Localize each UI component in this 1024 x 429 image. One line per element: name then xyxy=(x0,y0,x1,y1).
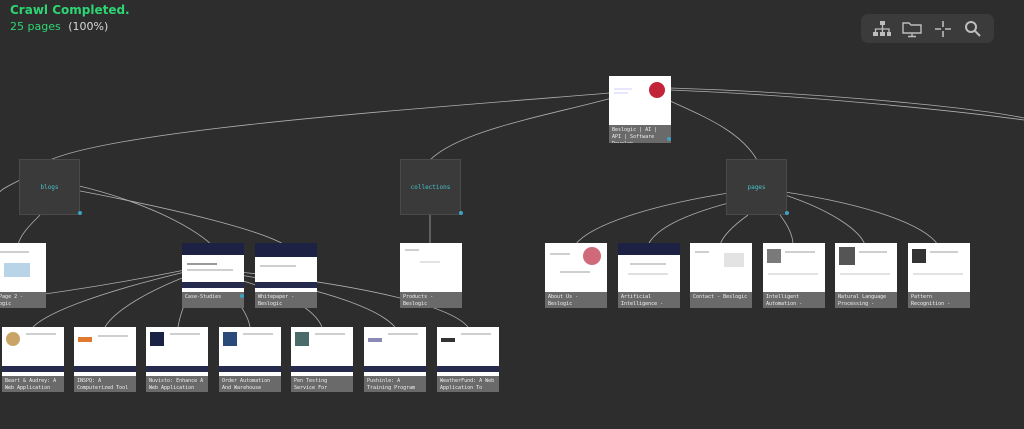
page-label: Beslogic | AI | API | Software Develop..… xyxy=(609,125,671,143)
page-thumbnail xyxy=(763,243,825,292)
page-label: Products - Beslogic xyxy=(400,292,462,308)
page-thumbnail xyxy=(908,243,970,292)
page-card[interactable]: Contact - Beslogic xyxy=(690,243,752,308)
page-card[interactable]: About Us - Beslogic xyxy=(545,243,607,308)
page-thumbnail xyxy=(74,327,136,376)
page-thumbnail xyxy=(690,243,752,292)
edge xyxy=(49,92,611,161)
progress-percent: (100%) xyxy=(68,20,109,33)
page-card[interactable]: Whitepaper - Beslogic xyxy=(255,243,317,308)
page-thumbnail xyxy=(2,327,64,376)
page-card[interactable]: Artificial Intelligence - Bes... xyxy=(618,243,680,308)
page-thumbnail xyxy=(219,327,281,376)
edge xyxy=(0,179,21,193)
edge xyxy=(17,214,41,246)
page-card[interactable]: Intelligent Automation - Beslo... xyxy=(763,243,825,308)
case-study-card[interactable]: Pen Testing Service For Tracking And A..… xyxy=(291,327,353,392)
page-label: Beart & Audrey: A Web Application For... xyxy=(2,376,64,392)
page-label: Order Automation And Warehouse Cont... xyxy=(219,376,281,392)
page-thumbnail xyxy=(291,327,353,376)
edge xyxy=(74,189,286,246)
page-thumbnail xyxy=(255,243,317,292)
edge xyxy=(667,99,758,161)
crawl-progress: 25 pages (100%) xyxy=(10,19,130,35)
page-label: INSPQ: A Computerized Tool ... xyxy=(74,376,136,392)
page-label: Pushinle: A Training Program F... xyxy=(364,376,426,392)
page-card[interactable]: Pattern Recognition - Beslogic xyxy=(908,243,970,308)
edge xyxy=(574,191,736,246)
page-thumbnail xyxy=(182,243,244,292)
page-thumbnail xyxy=(437,327,499,376)
case-study-card[interactable]: Beart & Audrey: A Web Application For... xyxy=(2,327,64,392)
case-study-card[interactable]: WeatherFund: A Web Application To Man... xyxy=(437,327,499,392)
expand-dot[interactable] xyxy=(667,137,671,141)
page-label: Nuvisto: Enhance A Web Application Fo... xyxy=(146,376,208,392)
page-thumbnail xyxy=(0,243,46,292)
page-thumbnail xyxy=(545,243,607,292)
page-label: Whitepaper - Beslogic xyxy=(255,292,317,308)
page-thumbnail xyxy=(400,243,462,292)
page-thumbnail xyxy=(146,327,208,376)
page-label: ... Page 2 - ...logic xyxy=(0,292,46,308)
expand-dot[interactable] xyxy=(78,211,82,215)
collapse-icon[interactable] xyxy=(932,18,954,40)
case-study-card[interactable]: Order Automation And Warehouse Cont... xyxy=(219,327,281,392)
edge xyxy=(32,271,186,328)
page-label: Natural Language Processing - Beslo... xyxy=(835,292,897,308)
page-card[interactable]: Products - Beslogic xyxy=(400,243,462,308)
page-label: About Us - Beslogic xyxy=(545,292,607,308)
view-toolbar xyxy=(861,14,994,43)
page-card[interactable]: Case-Studies xyxy=(182,243,244,308)
page-label: WeatherFund: A Web Application To Man... xyxy=(437,376,499,392)
root-page-card[interactable]: Beslogic | AI | API | Software Develop..… xyxy=(609,76,671,143)
edge xyxy=(784,194,866,246)
page-label: Case-Studies xyxy=(182,292,244,308)
page-count: 25 pages xyxy=(10,20,61,33)
folder-monitor-icon[interactable] xyxy=(901,18,923,40)
page-label: Intelligent Automation - Beslo... xyxy=(763,292,825,308)
crawl-status: Crawl Completed. 25 pages (100%) xyxy=(10,2,130,35)
page-card[interactable]: ... Page 2 - ...logic xyxy=(0,243,46,308)
page-label: Pattern Recognition - Beslogic xyxy=(908,292,970,308)
folder-collections[interactable]: collections xyxy=(400,159,461,215)
edge xyxy=(784,191,939,246)
folder-pages[interactable]: pages xyxy=(726,159,787,215)
page-thumbnail xyxy=(609,76,671,125)
page-card[interactable]: Natural Language Processing - Beslo... xyxy=(835,243,897,308)
page-thumbnail xyxy=(618,243,680,292)
case-study-card[interactable]: Pushinle: A Training Program F... xyxy=(364,327,426,392)
page-thumbnail xyxy=(364,327,426,376)
folder-label: blogs xyxy=(40,183,59,191)
search-icon[interactable] xyxy=(962,18,984,40)
page-thumbnail xyxy=(835,243,897,292)
sitemap-icon[interactable] xyxy=(871,18,893,40)
edge xyxy=(429,97,613,161)
folder-label: pages xyxy=(747,183,766,191)
edge xyxy=(719,214,749,246)
crawl-status-title: Crawl Completed. xyxy=(10,3,130,17)
folder-blogs[interactable]: blogs xyxy=(19,159,80,215)
expand-dot[interactable] xyxy=(785,211,789,215)
expand-dot[interactable] xyxy=(240,294,244,298)
page-label: Artificial Intelligence - Bes... xyxy=(618,292,680,308)
page-label: Contact - Beslogic xyxy=(690,292,752,308)
case-study-card[interactable]: Nuvisto: Enhance A Web Application Fo... xyxy=(146,327,208,392)
folder-label: collections xyxy=(410,183,451,191)
expand-dot[interactable] xyxy=(459,211,463,215)
edge xyxy=(669,89,1024,121)
edge xyxy=(779,214,794,246)
page-label: Pen Testing Service For Tracking And A..… xyxy=(291,376,353,392)
case-study-card[interactable]: INSPQ: A Computerized Tool ... xyxy=(74,327,136,392)
